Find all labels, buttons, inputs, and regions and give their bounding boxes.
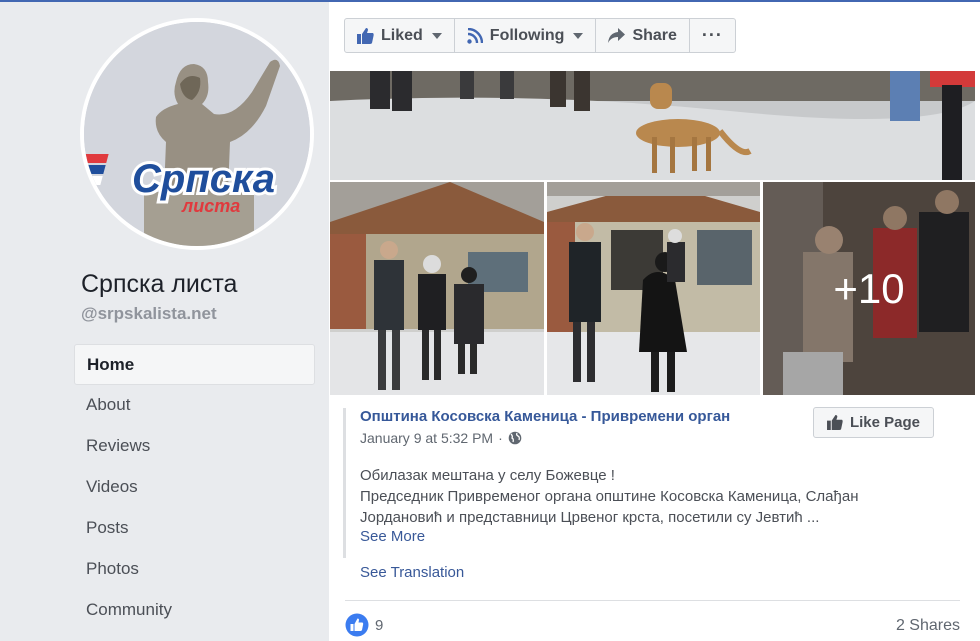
following-button[interactable]: Following — [455, 19, 597, 52]
liked-label: Liked — [381, 26, 423, 44]
people-by-house-photo — [330, 182, 544, 395]
nav-item-photos[interactable]: Photos — [74, 549, 315, 590]
post-divider — [345, 600, 960, 601]
post-text-line: Обилазак мештана у селу Божевце ! — [360, 467, 615, 484]
statue-logo-icon: Српска Српска листа — [84, 22, 310, 246]
thumbs-up-icon — [827, 415, 843, 430]
post-meta: January 9 at 5:32 PM · — [360, 430, 522, 446]
post-body: Обилазак мештана у селу Божевце ! Предсе… — [360, 465, 920, 528]
more-photos-overlay[interactable]: +10 — [763, 182, 975, 395]
post-photo-2[interactable] — [330, 182, 544, 395]
liked-button[interactable]: Liked — [345, 19, 455, 52]
chevron-down-icon — [573, 32, 584, 39]
more-options-button[interactable]: ··· — [690, 19, 735, 52]
nav-item-about[interactable]: About — [74, 385, 315, 426]
rss-feed-icon — [467, 27, 483, 44]
globe-icon — [508, 431, 522, 445]
share-arrow-icon — [608, 28, 626, 43]
post-author-link[interactable]: Општина Косовска Каменица - Привремени о… — [360, 408, 730, 425]
post-timestamp[interactable]: January 9 at 5:32 PM — [360, 430, 493, 446]
following-label: Following — [489, 26, 565, 44]
page-title[interactable]: Српска листа — [81, 270, 237, 299]
post-text-line: Председник Привременог органа општине Ко… — [360, 488, 859, 505]
reactions-summary[interactable]: 9 — [345, 613, 383, 637]
see-translation-link[interactable]: See Translation — [360, 564, 464, 581]
profile-picture[interactable]: Српска Српска листа — [84, 22, 310, 246]
chevron-down-icon — [431, 32, 442, 39]
meta-separator: · — [498, 430, 503, 446]
snow-scene-photo — [330, 71, 975, 180]
like-count: 9 — [375, 616, 384, 634]
like-reaction-icon — [345, 613, 369, 637]
post-photo-4[interactable]: +10 — [763, 182, 975, 395]
shares-count[interactable]: 2 Shares — [896, 617, 960, 635]
page-nav: Home About Reviews Videos Posts Photos C… — [74, 344, 315, 631]
like-page-label: Like Page — [849, 414, 921, 431]
like-page-button[interactable]: Like Page — [813, 407, 934, 438]
nav-item-community[interactable]: Community — [74, 590, 315, 631]
page-actions-bar: Liked Following Share ··· — [344, 18, 736, 53]
quote-bar — [343, 408, 346, 558]
nav-item-videos[interactable]: Videos — [74, 467, 315, 508]
post-photo-main[interactable] — [330, 71, 975, 180]
post-text-line: Јордановић и представници Црвеног крста,… — [360, 509, 820, 526]
share-button[interactable]: Share — [596, 19, 690, 52]
more-dots-icon: ··· — [701, 25, 723, 45]
post-photo-3[interactable] — [547, 182, 760, 395]
svg-text:листа: листа — [181, 196, 240, 216]
nav-item-reviews[interactable]: Reviews — [74, 426, 315, 467]
nav-item-posts[interactable]: Posts — [74, 508, 315, 549]
page-handle[interactable]: @srpskalista.net — [81, 304, 217, 324]
thumbs-up-icon — [357, 27, 374, 44]
share-label: Share — [632, 26, 677, 44]
see-more-link[interactable]: See More — [360, 528, 425, 545]
nav-item-home[interactable]: Home — [74, 344, 315, 385]
visit-courtyard-photo — [547, 182, 760, 395]
svg-text:Српска: Српска — [132, 157, 275, 201]
